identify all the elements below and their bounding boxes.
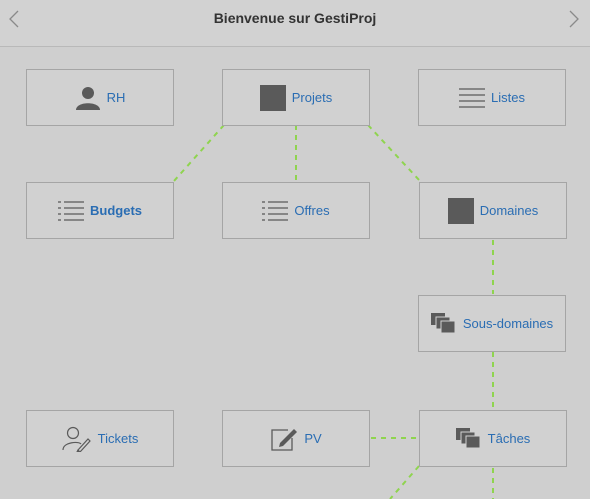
stack-icon [455,427,482,450]
connector-projets-domaines [367,124,421,182]
module-map: RH Projets Listes Budgets Offres Domaine… [0,47,590,499]
square-icon [447,197,474,224]
node-budgets[interactable]: Budgets [26,182,174,239]
chevron-right-icon[interactable] [568,9,584,29]
page-title: Bienvenue sur GestiProj [213,10,377,26]
list-icon [262,200,289,222]
node-offres[interactable]: Offres [222,182,370,239]
stack-icon [430,312,457,335]
node-label-sous-domaines: Sous-domaines [462,316,554,331]
node-label-tickets: Tickets [97,431,139,446]
node-label-projets: Projets [291,90,333,105]
node-projets[interactable]: Projets [222,69,370,126]
list-icon [58,200,84,222]
node-tickets[interactable]: Tickets [26,410,174,467]
user-edit-icon [62,426,92,452]
node-label-budgets: Budgets [90,203,142,218]
app-header: Bienvenue sur GestiProj [0,0,590,47]
node-listes[interactable]: Listes [418,69,566,126]
square-icon [259,84,286,111]
node-label-taches: Tâches [487,431,531,446]
node-label-rh: RH [106,90,126,105]
list-icon [459,87,486,109]
node-taches[interactable]: Tâches [419,410,567,467]
node-label-pv: PV [304,431,322,446]
user-icon [75,86,101,110]
node-label-domaines: Domaines [479,203,539,218]
node-domaines[interactable]: Domaines [419,182,567,239]
node-pv[interactable]: PV [222,410,370,467]
node-rh[interactable]: RH [26,69,174,126]
connector-taches-left-down [389,465,420,499]
connector-projets-budgets [173,124,225,182]
node-sous-domaines[interactable]: Sous-domaines [418,295,566,352]
edit-icon [270,426,298,452]
node-label-offres: Offres [294,203,330,218]
node-label-listes: Listes [491,90,525,105]
